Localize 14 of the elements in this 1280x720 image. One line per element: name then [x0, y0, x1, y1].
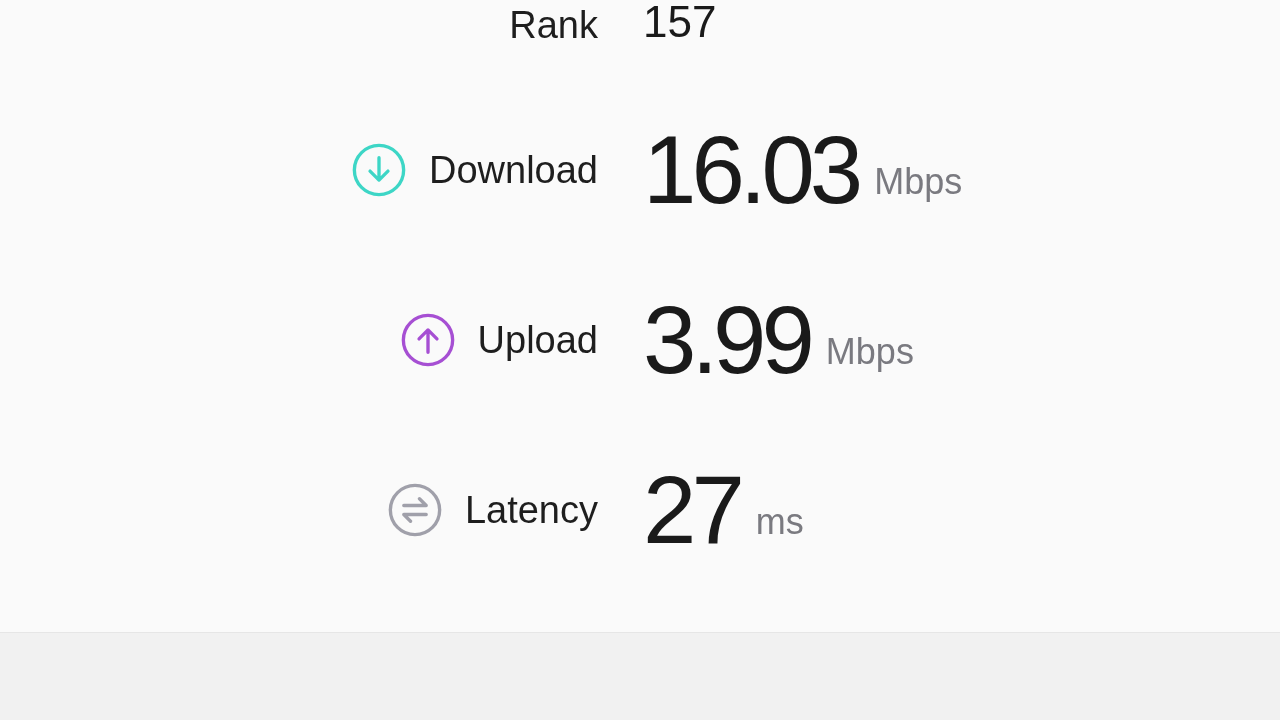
metric-value: 27 — [643, 462, 740, 558]
metric-unit: ms — [755, 501, 804, 543]
download-icon — [351, 142, 407, 198]
metric-value: 157 — [643, 0, 717, 44]
metric-value: 3.99 — [643, 292, 810, 388]
metric-label: Latency — [464, 488, 598, 532]
metric-value: 16.03 — [643, 122, 859, 218]
metric-label: Rank — [509, 4, 598, 47]
upload-icon — [399, 312, 456, 368]
metric-label: Download — [429, 148, 598, 192]
metric-label: Upload — [477, 318, 598, 362]
exchange-arrows-icon — [386, 482, 443, 538]
metric-unit: Mbps — [874, 161, 963, 203]
metric-unit: Mbps — [825, 331, 914, 373]
